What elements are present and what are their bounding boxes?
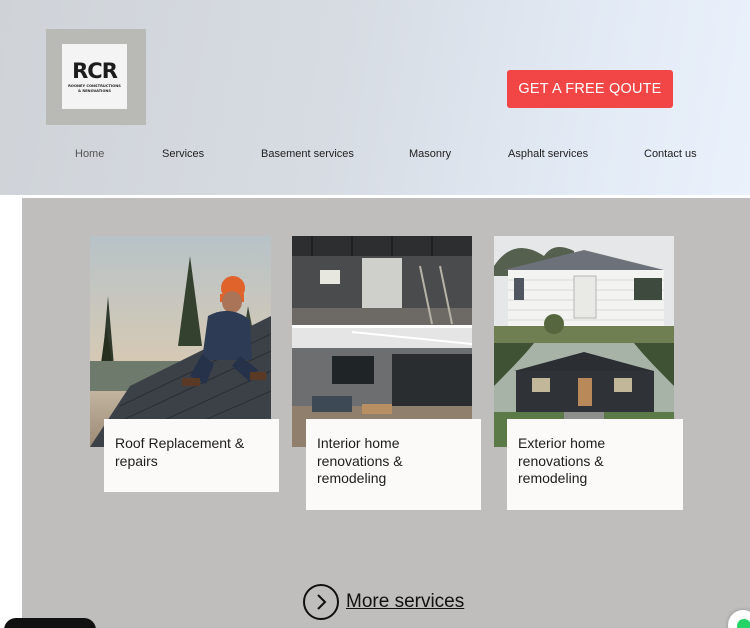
interior-renovation-image[interactable] xyxy=(292,236,472,447)
nav-item-asphalt-services[interactable]: Asphalt services xyxy=(508,148,588,160)
interior-renovation-title-line3: remodeling xyxy=(317,470,387,486)
nav-item-basement-services[interactable]: Basement services xyxy=(261,148,354,160)
roof-repair-title-line2: repairs xyxy=(115,452,158,469)
exterior-renovation-title-line3: remodeling xyxy=(518,470,588,486)
exterior-renovation-caption[interactable]: Exterior home renovations & remodeling xyxy=(507,419,683,510)
interior-renovation-caption[interactable]: Interior home renovations & remodeling xyxy=(306,419,481,510)
roof-repair-title-line1: Roof Replacement & xyxy=(115,435,245,451)
main-nav: Home Services Basement services Masonry … xyxy=(0,148,750,162)
roof-repair-image[interactable] xyxy=(90,236,271,447)
logo-subtitle-line1: ROONEY CONSTRUCTIONS xyxy=(68,84,121,89)
more-services-link[interactable]: More services xyxy=(303,584,464,620)
exterior-renovation-title-line2: renovations & xyxy=(518,452,604,469)
free-quote-button[interactable]: GET A FREE QOUTE xyxy=(507,70,673,108)
more-services-label[interactable]: More services xyxy=(346,591,464,613)
nav-item-services[interactable]: Services xyxy=(162,148,204,160)
interior-renovation-title-line1: Interior home xyxy=(317,435,400,451)
logo-subtitle-line2: & RENOVATIONS xyxy=(77,88,112,93)
interior-photo-illustration xyxy=(292,236,472,447)
roof-repair-caption[interactable]: Roof Replacement & repairs xyxy=(104,419,279,492)
nav-item-home[interactable]: Home xyxy=(75,148,104,160)
exterior-photo-illustration xyxy=(494,236,674,447)
chevron-right-glyph xyxy=(317,594,327,610)
nav-item-contact-us[interactable]: Contact us xyxy=(644,148,697,160)
exterior-renovation-title-line1: Exterior home xyxy=(518,435,606,451)
logo-mark: RCR xyxy=(72,59,118,84)
site-header: RCR ROONEY CONSTRUCTIONS & RENOVATIONS G… xyxy=(0,0,750,195)
roof-photo-illustration xyxy=(90,236,271,447)
interior-renovation-title-line2: renovations & xyxy=(317,452,403,469)
whatsapp-icon xyxy=(737,619,750,628)
chat-widget-button[interactable] xyxy=(4,618,96,628)
logo-badge: RCR ROONEY CONSTRUCTIONS & RENOVATIONS xyxy=(62,44,127,109)
exterior-renovation-image[interactable] xyxy=(494,236,674,447)
site-logo[interactable]: RCR ROONEY CONSTRUCTIONS & RENOVATIONS xyxy=(46,29,146,125)
nav-item-masonry[interactable]: Masonry xyxy=(409,148,451,160)
logo-subtitle: ROONEY CONSTRUCTIONS & RENOVATIONS xyxy=(68,84,121,93)
chevron-right-icon[interactable] xyxy=(303,584,339,620)
